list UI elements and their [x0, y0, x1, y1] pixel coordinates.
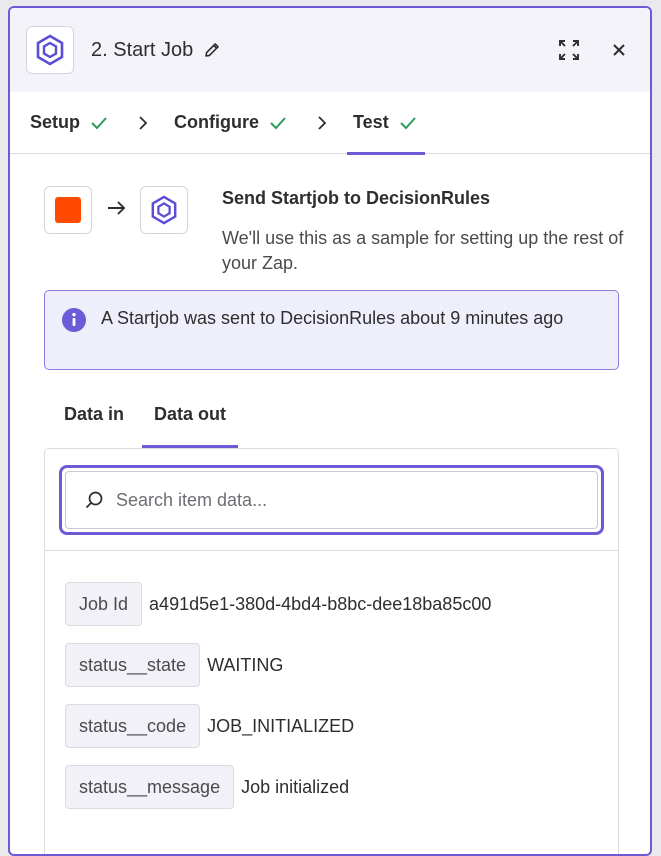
action-app-logo [140, 186, 188, 234]
search-focus-ring [59, 465, 604, 535]
tab-configure[interactable]: Configure [174, 92, 287, 154]
trigger-app-logo [44, 186, 92, 234]
tab-label: Setup [30, 112, 81, 132]
check-icon [399, 116, 417, 130]
check-icon [90, 116, 108, 130]
field-row: status__code JOB_INITIALIZED [65, 703, 618, 749]
decisionrules-hexagon-icon [36, 34, 64, 66]
chevron-right-icon [138, 115, 148, 131]
field-row: status__message Job initialized [65, 764, 618, 810]
field-key: status__state [65, 643, 201, 687]
search-input[interactable] [116, 489, 556, 511]
field-value: WAITING [207, 654, 284, 675]
field-key: status__code [65, 704, 201, 748]
step-panel: 2. Start Job Setup Configure Test Send S… [8, 6, 652, 856]
data-tabs: Data in Data out [44, 392, 239, 448]
field-key: status__message [65, 765, 235, 809]
send-title: Send Startjob to DecisionRules [222, 188, 491, 208]
tab-setup[interactable]: Setup [30, 92, 108, 154]
pencil-icon[interactable] [203, 41, 221, 59]
send-summary: Send Startjob to DecisionRules We'll use… [44, 186, 630, 276]
search-area [45, 449, 618, 551]
data-out-panel: Job Id a491d5e1-380d-4bd4-b8bc-dee18ba85… [44, 448, 619, 854]
data-fields: Job Id a491d5e1-380d-4bd4-b8bc-dee18ba85… [45, 551, 618, 810]
close-icon[interactable] [606, 37, 632, 63]
info-text: A Startjob was sent to DecisionRules abo… [101, 308, 564, 328]
check-icon [269, 116, 287, 130]
chevron-right-icon [317, 115, 327, 131]
field-row: Job Id a491d5e1-380d-4bd4-b8bc-dee18ba85… [65, 581, 618, 627]
step-tabs: Setup Configure Test [10, 92, 650, 155]
zapier-square-icon [55, 197, 81, 223]
field-row: status__state WAITING [65, 642, 618, 688]
step-title: 2. Start Job [91, 38, 194, 61]
field-key: Job Id [65, 582, 143, 626]
tab-data-out[interactable]: Data out [134, 392, 239, 448]
send-description: We'll use this as a sample for setting u… [222, 228, 624, 273]
expand-icon[interactable] [556, 37, 582, 63]
tab-label: Test [353, 112, 389, 132]
tab-data-in[interactable]: Data in [44, 392, 134, 448]
search-icon [85, 491, 103, 509]
arrow-right-icon [106, 198, 128, 223]
field-value: Job initialized [241, 776, 350, 797]
step-header: 2. Start Job [10, 8, 650, 92]
info-icon [62, 308, 86, 332]
field-value: a491d5e1-380d-4bd4-b8bc-dee18ba85c00 [149, 593, 492, 614]
app-logo [26, 26, 74, 74]
search-box [65, 471, 598, 529]
tab-label: Configure [174, 112, 260, 132]
tab-test[interactable]: Test [347, 92, 425, 155]
info-banner: A Startjob was sent to DecisionRules abo… [44, 290, 619, 370]
header-actions [556, 8, 632, 92]
field-value: JOB_INITIALIZED [207, 715, 355, 736]
decisionrules-hexagon-icon [151, 195, 177, 225]
